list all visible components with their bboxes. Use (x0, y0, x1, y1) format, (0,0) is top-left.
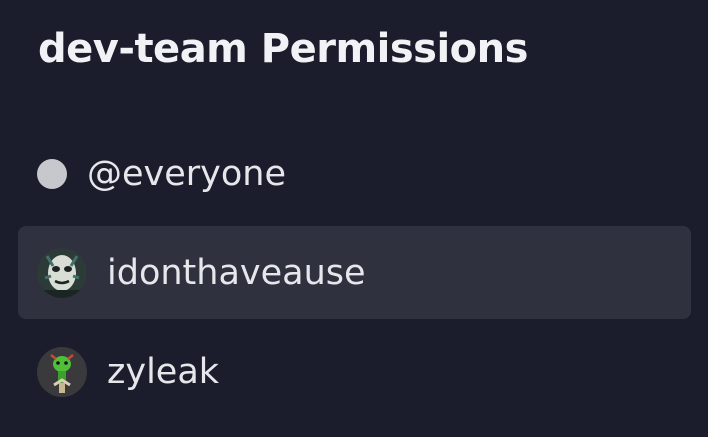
green-character-avatar-icon (37, 346, 87, 397)
role-color-dot-icon (37, 158, 67, 189)
member-name: idonthaveause (107, 252, 366, 293)
permission-target-list: @everyone idonthaveause zyleak (18, 127, 691, 418)
permission-row-member[interactable]: idonthaveause (18, 226, 691, 319)
member-name: zyleak (107, 351, 220, 392)
masked-face-avatar-icon (37, 247, 87, 298)
page-title: dev-team Permissions (38, 26, 528, 72)
permission-row-everyone[interactable]: @everyone (18, 127, 691, 220)
role-label: @everyone (87, 153, 287, 194)
permission-row-member[interactable]: zyleak (18, 325, 691, 418)
